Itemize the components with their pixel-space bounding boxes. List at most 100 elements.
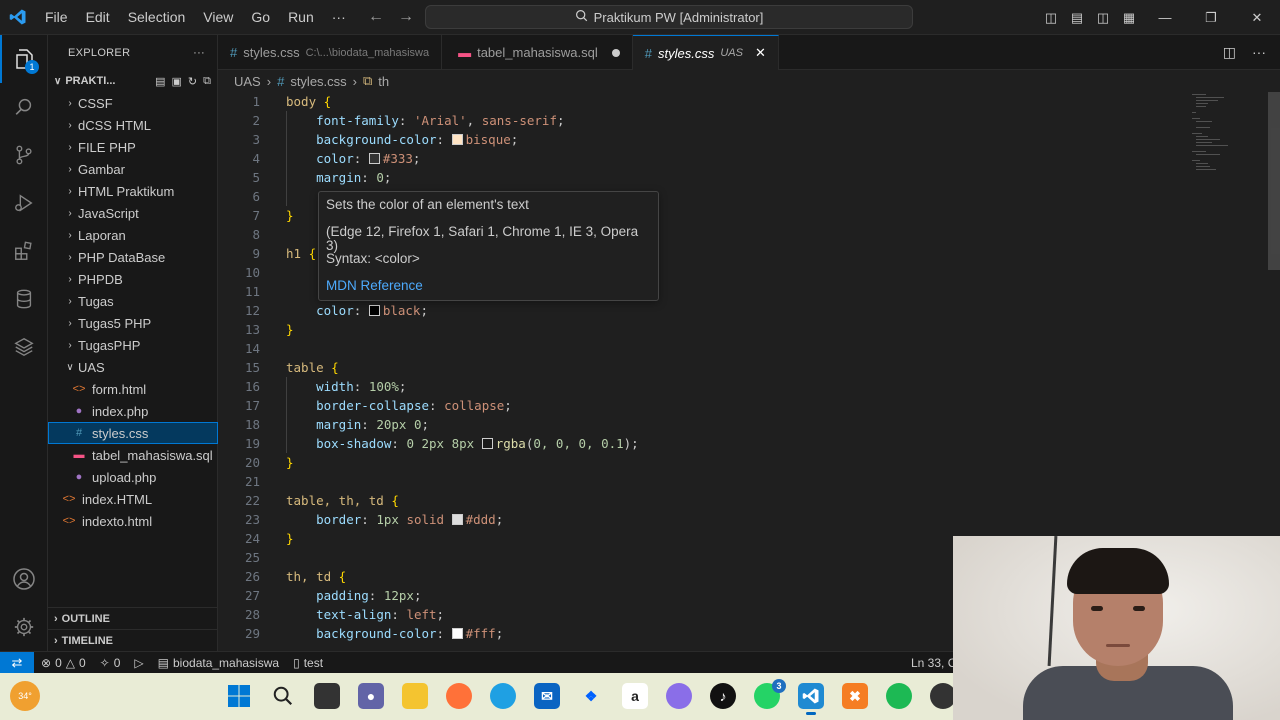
dropbox-icon[interactable]: ❖ (578, 683, 604, 709)
new-folder-icon[interactable]: ▣ (172, 75, 182, 88)
layers-icon[interactable] (0, 323, 48, 371)
search-icon[interactable] (270, 683, 296, 709)
menu-edit[interactable]: Edit (77, 9, 119, 25)
explorer-title: EXPLORER (68, 46, 131, 59)
toggle-secondary-sidebar-icon[interactable]: ◫ (1090, 10, 1116, 26)
color-swatch[interactable] (451, 514, 463, 525)
tree-file[interactable]: ▬ tabel_mahasiswa.sql (48, 444, 218, 466)
color-swatch[interactable] (368, 153, 380, 164)
source-control-icon[interactable] (0, 131, 48, 179)
breadcrumb-file[interactable]: styles.css (290, 74, 346, 89)
toggle-primary-sidebar-icon[interactable]: ◫ (1038, 10, 1064, 26)
menu-file[interactable]: File (36, 9, 77, 25)
new-file-icon[interactable]: ▤ (155, 75, 165, 88)
menu-go[interactable]: Go (242, 9, 279, 25)
database-icon[interactable] (0, 275, 48, 323)
toggle-panel-icon[interactable]: ▤ (1064, 10, 1090, 26)
outline-section[interactable]: › OUTLINE (48, 607, 218, 629)
task-view-icon[interactable] (314, 683, 340, 709)
windows-start-icon[interactable] (226, 683, 252, 709)
tree-folder-open[interactable]: ∨ UAS (48, 356, 218, 378)
tree-file[interactable]: ● upload.php (48, 466, 218, 488)
chevron-right-icon: › (54, 612, 58, 625)
tree-file[interactable]: <> form.html (48, 378, 218, 400)
tree-folder[interactable]: › PHP DataBase (48, 246, 218, 268)
whatsapp-icon[interactable]: 3 (754, 679, 786, 709)
tree-folder[interactable]: › TugasPHP (48, 334, 218, 356)
refresh-icon[interactable]: ↻ (188, 75, 197, 88)
file-explorer-icon[interactable] (402, 683, 428, 709)
chevron-right-icon: › (68, 185, 72, 197)
search-icon[interactable] (0, 83, 48, 131)
color-swatch[interactable] (481, 438, 493, 449)
breadcrumb-folder[interactable]: UAS (234, 74, 261, 89)
tree-file-selected[interactable]: # styles.css (48, 422, 218, 444)
timeline-section[interactable]: › TIMELINE (48, 629, 218, 651)
copilot-icon[interactable] (666, 683, 692, 709)
tab-tabel-mahasiswa-sql[interactable]: ▬ tabel_mahasiswa.sql (442, 35, 633, 70)
tree-file[interactable]: ● index.php (48, 400, 218, 422)
teams-icon[interactable]: ● (358, 683, 384, 709)
restore-button[interactable]: ❐ (1188, 10, 1234, 26)
ports-status[interactable]: ✧ 0 (93, 656, 128, 670)
remote-icon[interactable]: ⇄ (0, 651, 34, 674)
menu-run[interactable]: Run (279, 9, 323, 25)
tree-folder[interactable]: › FILE PHP (48, 136, 218, 158)
edge-icon[interactable] (490, 683, 516, 709)
close-window-button[interactable]: ✕ (1234, 10, 1280, 26)
tree-folder[interactable]: › JavaScript (48, 202, 218, 224)
tree-folder[interactable]: › dCSS HTML (48, 114, 218, 136)
run-debug-icon[interactable] (0, 179, 48, 227)
tree-folder[interactable]: › Tugas (48, 290, 218, 312)
menu-more[interactable]: ··· (323, 9, 355, 25)
code-line: 4 color: #333; (252, 151, 421, 166)
tree-folder[interactable]: › Gambar (48, 158, 218, 180)
collapse-all-icon[interactable]: ⧉ (203, 75, 211, 88)
mail-icon[interactable]: ✉ (534, 683, 560, 709)
menu-selection[interactable]: Selection (119, 9, 195, 25)
amazon-icon[interactable]: a (622, 683, 648, 709)
minimize-button[interactable]: — (1142, 10, 1188, 25)
account-icon[interactable] (0, 555, 48, 603)
settings-gear-icon[interactable] (0, 603, 48, 651)
color-swatch[interactable] (368, 305, 380, 316)
database-status[interactable]: ▤ biodata_mahasiswa (151, 656, 286, 670)
debug-icon: ▷ (134, 655, 144, 670)
close-tab-icon[interactable]: ✕ (755, 45, 766, 61)
tab-styles-css-uas[interactable]: # styles.css UAS ✕ (632, 35, 779, 70)
tree-file[interactable]: <> indexto.html (48, 510, 218, 532)
weather-icon[interactable]: 34° (10, 681, 40, 711)
more-actions-icon[interactable]: ··· (1252, 44, 1266, 60)
problems-status[interactable]: ⊗ 0 △ 0 (34, 656, 93, 670)
forward-arrow-icon[interactable]: → (398, 8, 414, 26)
command-center[interactable]: Praktikum PW [Administrator] (425, 5, 913, 29)
tree-file[interactable]: <> index.HTML (48, 488, 218, 510)
tiktok-icon[interactable]: ♪ (710, 683, 736, 709)
more-actions-icon[interactable]: ··· (193, 47, 205, 59)
tree-folder[interactable]: › Tugas5 PHP (48, 312, 218, 334)
vscode-icon[interactable] (798, 683, 824, 715)
xampp-icon[interactable]: ✖ (842, 683, 868, 709)
extensions-icon[interactable] (0, 227, 48, 275)
minimap[interactable] (1190, 92, 1250, 182)
back-arrow-icon[interactable]: ← (368, 8, 384, 26)
tab-styles-css-biodata[interactable]: # styles.css C:\...\biodata_mahasiswa (218, 35, 443, 70)
spotify-icon[interactable] (886, 683, 912, 709)
breadcrumb-symbol[interactable]: th (378, 74, 389, 89)
color-swatch[interactable] (451, 628, 463, 639)
menu-view[interactable]: View (194, 9, 242, 25)
scrollbar-thumb[interactable] (1268, 92, 1280, 270)
customize-layout-icon[interactable]: ▦ (1116, 10, 1142, 26)
color-swatch[interactable] (451, 134, 463, 145)
tree-folder[interactable]: › CSSF (48, 92, 218, 114)
test-status[interactable]: ▯ test (286, 656, 330, 670)
run-task-status[interactable]: ▷ (127, 656, 150, 670)
tree-folder[interactable]: › HTML Praktikum (48, 180, 218, 202)
split-editor-icon[interactable]: ◫ (1223, 44, 1236, 61)
explorer-icon[interactable]: 1 (0, 35, 48, 83)
firefox-icon[interactable] (446, 683, 472, 709)
tree-folder[interactable]: › Laporan (48, 224, 218, 246)
tree-folder[interactable]: › PHPDB (48, 268, 218, 290)
mdn-reference-link[interactable]: MDN Reference (326, 279, 651, 306)
workspace-root[interactable]: ∨ PRAKTI... ▤ ▣ ↻ ⧉ (48, 70, 217, 92)
